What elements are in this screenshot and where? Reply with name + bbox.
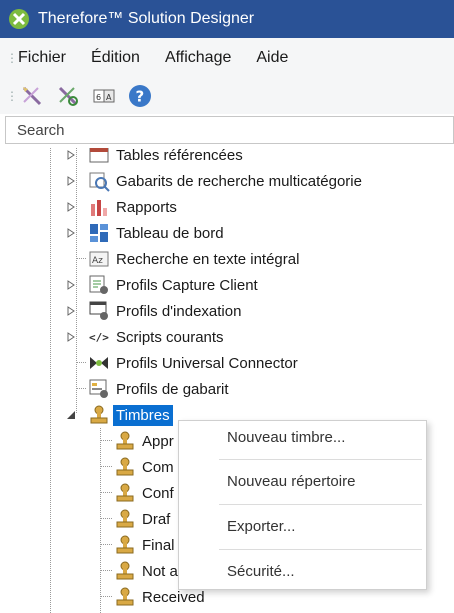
tree-item-stamp-child[interactable]: Conf bbox=[114, 480, 174, 506]
connector-icon bbox=[90, 357, 108, 369]
toolbar: ⋮ 6 A ? bbox=[0, 78, 454, 114]
tree-branch bbox=[76, 362, 86, 363]
tree-item-stamp-child[interactable]: Final bbox=[114, 532, 175, 558]
wand-refresh-icon bbox=[58, 86, 78, 106]
tree-guide-line bbox=[50, 148, 51, 613]
menu-item-nouveau-repertoire[interactable]: Nouveau répertoire bbox=[227, 473, 355, 490]
tree-item-stamp-child[interactable]: Com bbox=[114, 454, 174, 480]
expand-toggle[interactable] bbox=[66, 280, 76, 290]
help-icon: ? bbox=[129, 85, 151, 107]
svg-text:6: 6 bbox=[96, 93, 101, 102]
window-title: Therefore™ Solution Designer bbox=[38, 10, 255, 27]
tree-item-profils-capture[interactable]: Profils Capture Client bbox=[88, 272, 258, 298]
title-bar: Therefore™ Solution Designer bbox=[0, 0, 454, 38]
menu-aide[interactable]: Aide bbox=[256, 49, 288, 67]
svg-text:?: ? bbox=[136, 88, 145, 106]
tree-item-tables-referencees[interactable]: Tables référencées bbox=[88, 148, 243, 168]
context-menu: Nouveau timbre... Nouveau répertoire Exp… bbox=[178, 420, 427, 590]
search-input[interactable] bbox=[6, 117, 454, 143]
expand-toggle[interactable] bbox=[66, 228, 76, 238]
menu-bar: ⋮ Fichier Édition Affichage Aide bbox=[0, 38, 454, 78]
stamp-icon bbox=[116, 587, 134, 606]
tree-branch bbox=[76, 258, 86, 259]
expand-toggle[interactable] bbox=[66, 176, 76, 186]
expand-toggle[interactable] bbox=[66, 202, 76, 212]
stamp-icon bbox=[116, 457, 134, 476]
stamp-icon bbox=[90, 405, 108, 424]
tree-item-gabarits-recherche[interactable]: Gabarits de recherche multicatégorie bbox=[88, 168, 362, 194]
tree-item-stamp-child[interactable]: Appr bbox=[114, 428, 174, 454]
wizard-refresh-button[interactable] bbox=[54, 82, 82, 110]
help-button[interactable]: ? bbox=[126, 82, 154, 110]
tree-guide-line bbox=[76, 148, 77, 413]
stamp-icon bbox=[116, 431, 134, 450]
capture-profile-icon bbox=[89, 275, 108, 294]
tree-branch bbox=[100, 440, 112, 441]
table-icon bbox=[89, 148, 109, 163]
menu-item-nouveau-timbre[interactable]: Nouveau timbre... bbox=[227, 429, 345, 446]
expand-toggle[interactable] bbox=[66, 306, 76, 316]
tree-branch bbox=[100, 466, 112, 467]
menu-separator bbox=[219, 549, 422, 550]
tree-item-universal-connector[interactable]: Profils Universal Connector bbox=[88, 350, 298, 376]
tree-branch bbox=[76, 388, 86, 389]
tree-branch bbox=[100, 518, 112, 519]
translate-icon: 6 A bbox=[93, 89, 115, 103]
tree-guide-line bbox=[100, 428, 101, 613]
tree-item-stamp-child[interactable]: Draf bbox=[114, 506, 170, 532]
template-profile-icon bbox=[89, 379, 108, 398]
menu-item-exporter[interactable]: Exporter... bbox=[227, 518, 295, 535]
stamp-icon bbox=[116, 509, 134, 528]
script-icon: </> bbox=[89, 331, 109, 344]
menu-affichage[interactable]: Affichage bbox=[165, 49, 231, 67]
stamp-icon bbox=[116, 561, 134, 580]
menu-edition[interactable]: Édition bbox=[91, 49, 140, 67]
menu-separator bbox=[219, 504, 422, 505]
tree-item-timbres[interactable]: Timbres bbox=[88, 402, 173, 428]
tree-branch bbox=[100, 570, 112, 571]
svg-text:</>: </> bbox=[89, 331, 109, 344]
wizard-button[interactable] bbox=[18, 82, 46, 110]
tree-item-profils-gabarit[interactable]: Profils de gabarit bbox=[88, 376, 229, 402]
menubar-grip[interactable]: ⋮ bbox=[6, 52, 18, 64]
expand-toggle[interactable] bbox=[66, 332, 76, 342]
translate-button[interactable]: 6 A bbox=[90, 82, 118, 110]
tree-branch bbox=[100, 544, 112, 545]
stamp-icon bbox=[116, 483, 134, 502]
tree-item-stamp-child[interactable]: Not a bbox=[114, 558, 178, 584]
search-box bbox=[5, 116, 454, 144]
menu-item-securite[interactable]: Sécurité... bbox=[227, 563, 295, 580]
toolbar-grip[interactable]: ⋮ bbox=[6, 90, 18, 102]
tree-item-tableau-de-bord[interactable]: Tableau de bord bbox=[88, 220, 224, 246]
tree-item-profils-indexation[interactable]: Profils d'indexation bbox=[88, 298, 241, 324]
svg-text:A: A bbox=[106, 93, 112, 102]
menu-separator bbox=[219, 459, 422, 460]
fulltext-icon: Az bbox=[89, 251, 109, 267]
tree-branch bbox=[100, 492, 112, 493]
svg-text:Az: Az bbox=[92, 256, 103, 266]
tree-item-rapports[interactable]: Rapports bbox=[88, 194, 177, 220]
stamp-icon bbox=[116, 535, 134, 554]
dashboard-icon bbox=[90, 224, 108, 242]
tree-item-recherche-texte[interactable]: Az Recherche en texte intégral bbox=[88, 246, 299, 272]
app-logo-icon bbox=[9, 9, 29, 29]
tree-branch bbox=[100, 596, 112, 597]
collapse-toggle[interactable] bbox=[66, 410, 76, 420]
report-icon bbox=[91, 200, 107, 216]
wand-icon bbox=[22, 86, 42, 106]
expand-toggle[interactable] bbox=[66, 150, 76, 160]
tree-item-scripts-courants[interactable]: </> Scripts courants bbox=[88, 324, 224, 350]
menu-fichier[interactable]: Fichier bbox=[18, 49, 66, 67]
search-template-icon bbox=[89, 172, 110, 192]
index-profile-icon bbox=[89, 301, 108, 320]
